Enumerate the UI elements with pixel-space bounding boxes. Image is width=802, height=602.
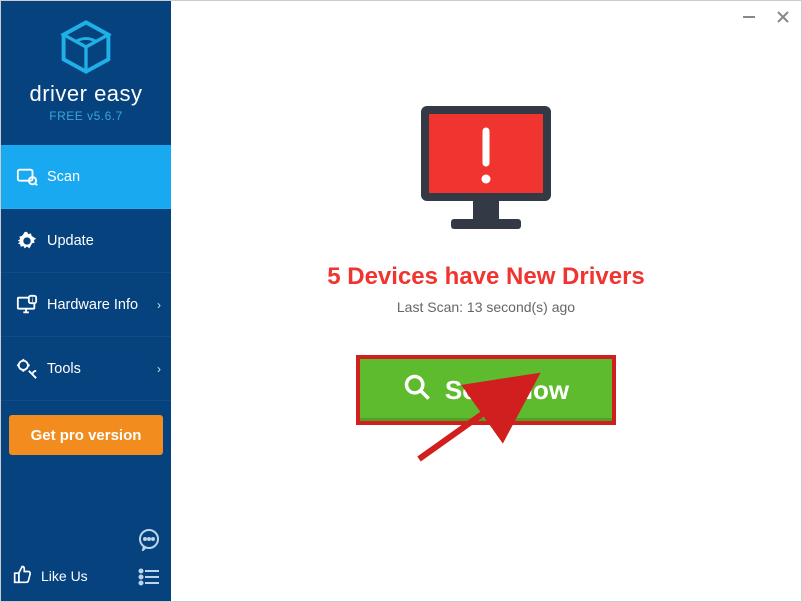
sidebar-bottom: Like Us xyxy=(1,554,171,601)
center-content: 5 Devices have New Drivers Last Scan: 13… xyxy=(171,101,801,425)
close-button[interactable] xyxy=(773,7,793,27)
get-pro-button[interactable]: Get pro version xyxy=(9,415,163,455)
monitor-info-icon: i xyxy=(13,294,41,316)
sidebar-item-label: Update xyxy=(47,233,94,249)
sidebar: driver easy FREE v5.6.7 Scan xyxy=(1,1,171,601)
sidebar-item-label: Hardware Info xyxy=(47,297,138,313)
nav: Scan Update xyxy=(1,145,171,401)
thumbs-up-icon xyxy=(13,564,33,587)
brand-version: FREE v5.6.7 xyxy=(1,109,171,123)
sidebar-item-tools[interactable]: Tools › xyxy=(1,337,171,401)
sidebar-item-scan[interactable]: Scan xyxy=(1,145,171,209)
logo-block: driver easy FREE v5.6.7 xyxy=(1,1,171,133)
magnify-icon xyxy=(403,373,431,408)
tools-icon xyxy=(13,358,41,380)
brand-name: driver easy xyxy=(1,81,171,107)
monitor-alert-icon xyxy=(411,101,561,241)
like-us-label: Like Us xyxy=(41,568,88,584)
svg-text:i: i xyxy=(32,296,33,303)
menu-icon[interactable] xyxy=(137,565,161,589)
scan-now-label: Scan Now xyxy=(445,375,569,406)
app-logo-icon xyxy=(58,19,114,75)
bottom-icons xyxy=(137,527,161,589)
app-window: driver easy FREE v5.6.7 Scan xyxy=(0,0,802,602)
like-us-button[interactable]: Like Us xyxy=(13,564,88,587)
main-panel: 5 Devices have New Drivers Last Scan: 13… xyxy=(171,1,801,601)
sidebar-item-update[interactable]: Update xyxy=(1,209,171,273)
sidebar-item-label: Scan xyxy=(47,169,80,185)
get-pro-label: Get pro version xyxy=(31,427,142,444)
headline-text: 5 Devices have New Drivers xyxy=(327,263,645,291)
sidebar-item-hardware-info[interactable]: i Hardware Info › xyxy=(1,273,171,337)
chevron-right-icon: › xyxy=(157,362,161,376)
feedback-icon[interactable] xyxy=(137,527,161,551)
window-controls xyxy=(739,7,793,27)
last-scan-text: Last Scan: 13 second(s) ago xyxy=(397,299,575,315)
sidebar-item-label: Tools xyxy=(47,361,81,377)
chevron-right-icon: › xyxy=(157,298,161,312)
minimize-button[interactable] xyxy=(739,7,759,27)
gear-icon xyxy=(13,230,41,252)
scan-icon xyxy=(13,166,41,188)
scan-now-button[interactable]: Scan Now xyxy=(356,355,616,425)
